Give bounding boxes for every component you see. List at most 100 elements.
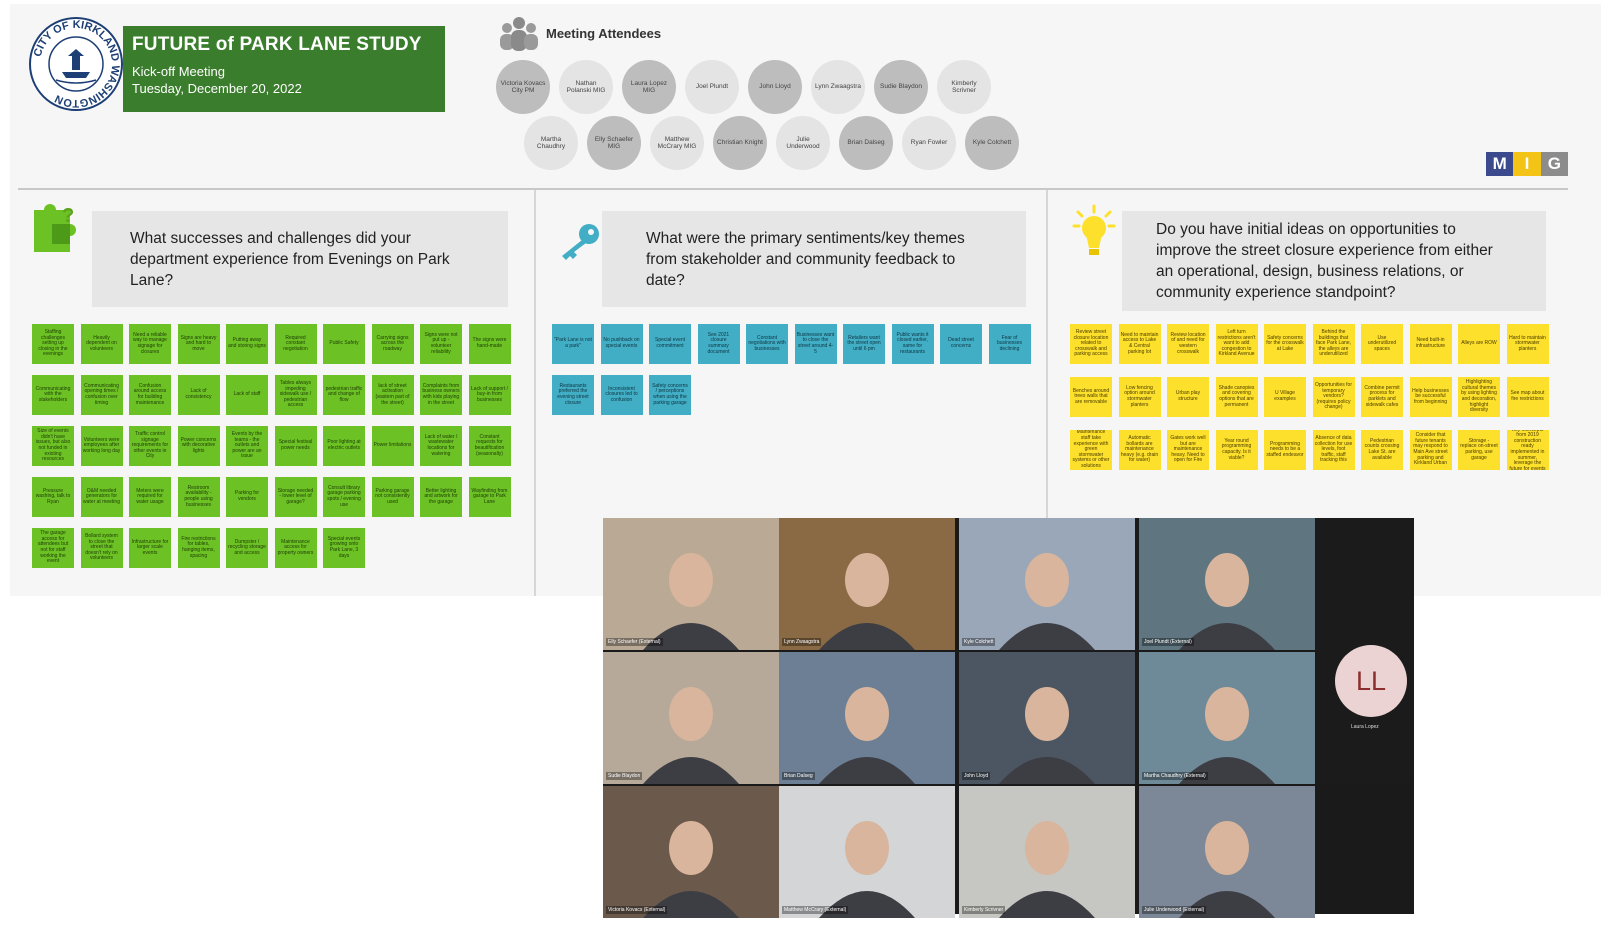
sticky-note: Complaints from business owners with kid… bbox=[420, 375, 462, 415]
sticky-note: Maintenance staff take experience with g… bbox=[1070, 430, 1112, 470]
sticky-note: Parking garage not consistently used bbox=[371, 477, 414, 517]
sticky-note: Confusion around access for building mai… bbox=[129, 375, 171, 415]
participant-tile[interactable]: Brian Dalseg bbox=[779, 652, 955, 784]
sticky-note: Lack of consistency bbox=[177, 375, 220, 415]
sticky-note: Events by the teams - the outlets and po… bbox=[226, 426, 268, 466]
sticky-note: See 2021 closure summary document bbox=[697, 324, 740, 364]
sticky-note: Infrastructure for larger scale events bbox=[129, 528, 171, 568]
participant-name: Kimberly Scrivner bbox=[962, 906, 1006, 914]
sticky-note: Restaurants preferred the evening street… bbox=[552, 375, 594, 415]
participant-tile[interactable]: Kyle Colchett bbox=[959, 518, 1135, 650]
page-title: FUTURE of PARK LANE STUDY bbox=[132, 34, 422, 55]
attendee-circle: Kimberly Scrivner bbox=[937, 60, 991, 114]
sticky-note: Fire restrictions for tables, hanging it… bbox=[177, 528, 220, 568]
sticky-note: Fear of businesses declining bbox=[988, 324, 1031, 364]
sticky-note: Highlighting cultural themes by using li… bbox=[1458, 377, 1500, 417]
participant-tile[interactable]: Matthew McCrary (External) bbox=[779, 786, 955, 918]
sticky-note: Meters were required for water usage bbox=[129, 477, 171, 517]
participant-name: Martha Chaudhry (External) bbox=[1142, 772, 1208, 780]
sticky-note: Automatic bollards are maintenance heavy… bbox=[1118, 430, 1161, 470]
sticky-note: The garage access for attendees but not … bbox=[32, 528, 74, 568]
sticky-note: Review location of and need for western … bbox=[1167, 324, 1209, 364]
sticky-note: Traffic control signage requirements for… bbox=[129, 426, 171, 466]
sticky-note: O&M needed generators for water at meeti… bbox=[80, 477, 123, 517]
participant-silhouette bbox=[1179, 553, 1275, 650]
participant-name: Elly Schaefer (External) bbox=[606, 638, 663, 646]
sticky-note: See map about fire restrictions bbox=[1506, 377, 1549, 417]
attendees-title: Meeting Attendees bbox=[546, 26, 662, 41]
sticky-note: U Village examples bbox=[1264, 377, 1306, 417]
sticky-note: Need built-in infrastructure bbox=[1409, 324, 1452, 364]
participant-tile[interactable]: Martha Chaudhry (External) bbox=[1139, 652, 1315, 784]
participant-name: Brian Dalseg bbox=[782, 772, 815, 780]
sticky-note: Communicating with the stakeholders bbox=[32, 375, 74, 415]
participant-tile[interactable]: Lynn Zwaagstra bbox=[779, 518, 955, 650]
participant-name: Lynn Zwaagstra bbox=[782, 638, 822, 646]
participant-tile[interactable]: Elly Schaefer (External) bbox=[603, 518, 779, 650]
participant-tile[interactable]: Joel Plundt (External) bbox=[1139, 518, 1315, 650]
sticky-note: The signs were hand-made bbox=[468, 324, 511, 364]
sticky-note: Gates work well but are maintenance heav… bbox=[1167, 430, 1209, 470]
participant-tile[interactable]: John Lloyd bbox=[959, 652, 1135, 784]
attendee-circle: Ryan Fowler bbox=[902, 116, 956, 170]
question-3: Do you have initial ideas on opportuniti… bbox=[1122, 211, 1546, 311]
sticky-note: pedestrian traffic and change of flow bbox=[323, 375, 365, 415]
sticky-note: Help businesses be successful from begin… bbox=[1409, 377, 1452, 417]
sticky-note: Volunteers were employees after working … bbox=[80, 426, 123, 466]
attendee-circle: Kyle Colchett bbox=[965, 116, 1019, 170]
question-1: What successes and challenges did your d… bbox=[92, 211, 508, 307]
participant-silhouette bbox=[643, 687, 739, 784]
sticky-note: Tables always impeding sidewalk use / pe… bbox=[274, 375, 317, 415]
participant-tile[interactable]: Kimberly Scrivner bbox=[959, 786, 1135, 918]
sticky-note: Special events growing onto Park Lane, 3… bbox=[323, 528, 365, 568]
divider bbox=[18, 188, 1568, 190]
sticky-note: Benches around trees walls that are remo… bbox=[1070, 377, 1112, 417]
attendee-circle: Victoria Kovacs City PM bbox=[496, 60, 550, 114]
sticky-note: Storage - replace on-street parking, use… bbox=[1458, 430, 1500, 470]
sticky-note: Left turn restrictions aren't want to ad… bbox=[1215, 324, 1258, 364]
attendee-circle: Elly Schaefer MIG bbox=[587, 116, 641, 170]
sticky-note: Staffing challenges setting up closing i… bbox=[32, 324, 74, 364]
sticky-note: Lack of staff bbox=[226, 375, 268, 415]
participant-tile-avatar[interactable]: LL Laura Lopez bbox=[1317, 518, 1414, 783]
sticky-note: Need to maintain access to Lake & Centra… bbox=[1118, 324, 1161, 364]
svg-text:?: ? bbox=[62, 205, 74, 227]
sticky-note: Opportunities for temporary vendors? (re… bbox=[1312, 377, 1355, 417]
participant-silhouette bbox=[999, 553, 1095, 650]
avatar: LL bbox=[1335, 645, 1407, 717]
sticky-note: Power concerns with decorative lights bbox=[177, 426, 220, 466]
sticky-note: Alleys are ROW bbox=[1458, 324, 1500, 364]
participant-name: Laura Lopez bbox=[1351, 724, 1379, 730]
meeting-type: Kick-off Meeting bbox=[132, 64, 225, 79]
sticky-note: Absence of data collection for use level… bbox=[1312, 430, 1355, 470]
attendee-circle: John Lloyd bbox=[748, 60, 802, 114]
participant-tile[interactable]: Julie Underwood (External) bbox=[1139, 786, 1315, 918]
participant-tile[interactable]: Victoria Kovacs (External) bbox=[603, 786, 779, 918]
sticky-note: Putting away and storing signs bbox=[226, 324, 268, 364]
participant-silhouette bbox=[643, 821, 739, 918]
meeting-date: Tuesday, December 20, 2022 bbox=[132, 81, 302, 96]
participant-name: John Lloyd bbox=[962, 772, 991, 780]
attendee-circle: Lynn Zwaagstra bbox=[811, 60, 865, 114]
participant-tile[interactable]: Sudie Blaydon bbox=[603, 652, 779, 784]
mig-logo: M I G bbox=[1486, 152, 1568, 176]
video-call-gallery: Elly Schaefer (External) Lynn Zwaagstra Ky… bbox=[603, 518, 1414, 918]
sticky-note: Inconsistent closures led to confusion bbox=[600, 375, 643, 415]
participant-silhouette bbox=[999, 821, 1095, 918]
key-icon bbox=[562, 224, 599, 260]
sticky-note: Low fencing option around stormwater pla… bbox=[1118, 377, 1161, 417]
sticky-note: Signs were not put up - volunteer reliab… bbox=[420, 324, 462, 364]
participant-silhouette bbox=[643, 553, 739, 650]
sticky-note: Communicating opening times / confusion … bbox=[80, 375, 123, 415]
sticky-note: Special event commitment bbox=[649, 324, 691, 364]
whiteboard: CITY OF KIRKLAND WASHINGTON FUTURE of PA… bbox=[10, 4, 1601, 596]
lightbulb-icon bbox=[1072, 204, 1116, 255]
sticky-note: Public Safety bbox=[323, 324, 365, 364]
sticky-note: Key intercepts from 2019 construction re… bbox=[1506, 430, 1549, 470]
sticky-note: Urban play structure bbox=[1167, 377, 1209, 417]
sticky-note: Wayfinding from garage to Park Lane bbox=[468, 477, 511, 517]
title-banner: FUTURE of PARK LANE STUDY Kick-off Meeti… bbox=[123, 26, 445, 112]
sticky-note: Public wants it closed earlier, same for… bbox=[891, 324, 934, 364]
sticky-note: Storage needed - lower level of garage? bbox=[274, 477, 317, 517]
sticky-note: Lack of water / wastewater locations for… bbox=[420, 426, 462, 466]
